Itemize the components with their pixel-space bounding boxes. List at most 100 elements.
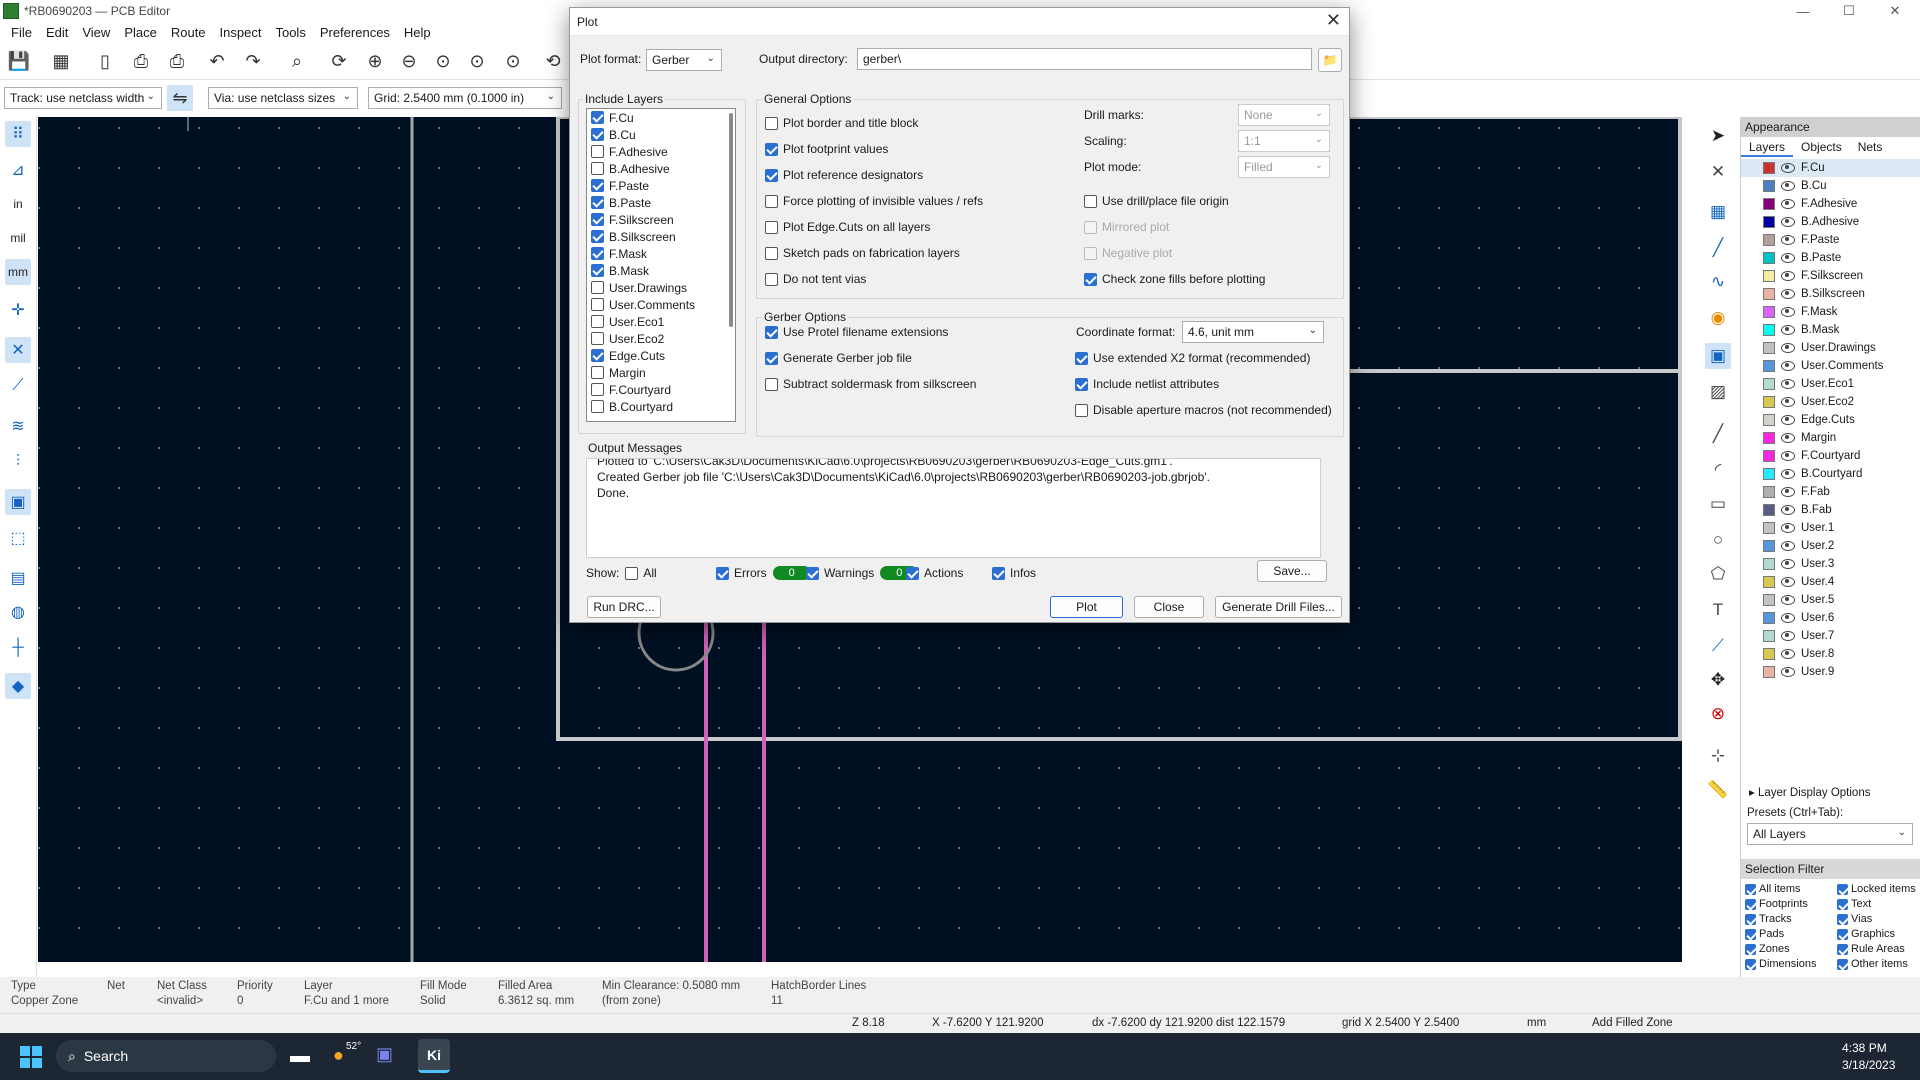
- checkbox-unchecked[interactable]: [765, 377, 778, 391]
- tab-nets[interactable]: Nets: [1850, 137, 1891, 157]
- layers-scrollbar[interactable]: [729, 113, 733, 327]
- measure-icon[interactable]: 📏: [1705, 777, 1731, 803]
- draw-line-icon[interactable]: ╱: [1705, 421, 1731, 447]
- generate-drill-files-button[interactable]: Generate Drill Files...: [1215, 596, 1342, 618]
- layer-color-swatch[interactable]: [1763, 396, 1775, 408]
- grid-select[interactable]: Grid: 2.5400 mm (0.1000 in) ⌄: [368, 87, 562, 109]
- appearance-layer-row[interactable]: F.Fab: [1741, 483, 1920, 501]
- teams-icon[interactable]: ▣: [376, 1044, 393, 1065]
- ratsnest-icon[interactable]: ✕: [5, 337, 31, 363]
- layers-manager-icon[interactable]: ◆: [5, 673, 31, 699]
- message-filter[interactable]: Show: All: [586, 566, 657, 580]
- layer-color-swatch[interactable]: [1763, 540, 1775, 552]
- general-option[interactable]: Sketch pads on fabrication layers: [765, 246, 960, 260]
- include-layer-item[interactable]: B.Paste: [587, 194, 735, 211]
- appearance-layer-row[interactable]: F.Adhesive: [1741, 195, 1920, 213]
- eye-icon[interactable]: [1781, 595, 1795, 605]
- checkbox-checked[interactable]: [992, 566, 1005, 580]
- draw-rect-icon[interactable]: ▭: [1705, 491, 1731, 517]
- eye-icon[interactable]: [1781, 469, 1795, 479]
- track-display-icon[interactable]: ┼: [5, 635, 31, 661]
- appearance-layer-row[interactable]: User.Comments: [1741, 357, 1920, 375]
- include-layer-item[interactable]: User.Drawings: [587, 279, 735, 296]
- gerber-option[interactable]: Use extended X2 format (recommended): [1075, 351, 1310, 365]
- message-filter[interactable]: Warnings 0: [806, 566, 919, 580]
- selection-filter-item[interactable]: Zones: [1745, 943, 1790, 955]
- gerber-option[interactable]: Subtract soldermask from silkscreen: [765, 377, 976, 391]
- include-layer-item[interactable]: F.Adhesive: [587, 143, 735, 160]
- layer-color-swatch[interactable]: [1763, 468, 1775, 480]
- checkbox-unchecked[interactable]: [591, 281, 604, 294]
- selection-filter-item[interactable]: Graphics: [1837, 928, 1895, 940]
- eye-icon[interactable]: [1781, 577, 1795, 587]
- checkbox-unchecked[interactable]: [1084, 246, 1097, 260]
- add-footprint-icon[interactable]: ▦: [1705, 199, 1731, 225]
- include-layer-item[interactable]: B.Mask: [587, 262, 735, 279]
- checkbox-checked[interactable]: [1075, 377, 1088, 391]
- close-icon[interactable]: ✕: [1326, 10, 1341, 31]
- selection-filter-item[interactable]: Locked items: [1837, 883, 1916, 895]
- layer-color-swatch[interactable]: [1763, 162, 1775, 174]
- layer-color-swatch[interactable]: [1763, 324, 1775, 336]
- weather-icon[interactable]: ●: [333, 1045, 344, 1066]
- add-dimension-icon[interactable]: ⟋: [1705, 633, 1731, 659]
- general-option[interactable]: Force plotting of invisible values / ref…: [765, 194, 983, 208]
- appearance-layer-row[interactable]: F.Paste: [1741, 231, 1920, 249]
- polar-coords-icon[interactable]: ⊿: [5, 157, 31, 183]
- eye-icon[interactable]: [1781, 487, 1795, 497]
- appearance-layer-row[interactable]: F.Courtyard: [1741, 447, 1920, 465]
- appearance-layer-row[interactable]: User.Drawings: [1741, 339, 1920, 357]
- menu-route[interactable]: Route: [171, 25, 206, 40]
- checkbox-checked[interactable]: [591, 128, 604, 141]
- eye-icon[interactable]: [1781, 217, 1795, 227]
- include-layer-item[interactable]: F.Paste: [587, 177, 735, 194]
- checkbox-checked[interactable]: [765, 168, 778, 182]
- checkbox-checked[interactable]: [1745, 898, 1756, 910]
- gerber-option[interactable]: Disable aperture macros (not recommended…: [1075, 403, 1332, 417]
- layer-color-swatch[interactable]: [1763, 504, 1775, 516]
- appearance-layer-row[interactable]: Margin: [1741, 429, 1920, 447]
- mil-units-button[interactable]: mil: [5, 225, 31, 251]
- layer-color-swatch[interactable]: [1763, 378, 1775, 390]
- auto-track-width-icon[interactable]: ⇋: [167, 85, 193, 111]
- draw-arc-icon[interactable]: ◜: [1705, 457, 1731, 483]
- message-filter[interactable]: Errors 0: [716, 566, 811, 580]
- draw-polygon-icon[interactable]: ⬠: [1705, 561, 1731, 587]
- gerber-option[interactable]: Generate Gerber job file: [765, 351, 912, 365]
- layer-color-swatch[interactable]: [1763, 594, 1775, 606]
- run-drc-button[interactable]: Run DRC...: [587, 596, 661, 618]
- inch-units-button[interactable]: in: [5, 191, 31, 217]
- add-via-icon[interactable]: ◉: [1705, 305, 1731, 331]
- eye-icon[interactable]: [1781, 631, 1795, 641]
- layer-color-swatch[interactable]: [1763, 432, 1775, 444]
- include-layer-item[interactable]: Edge.Cuts: [587, 347, 735, 364]
- zoom-fit-icon[interactable]: ⊙: [430, 48, 456, 74]
- checkbox-checked[interactable]: [1745, 883, 1756, 895]
- checkbox-unchecked[interactable]: [1075, 403, 1088, 417]
- checkbox-checked[interactable]: [806, 566, 819, 580]
- print-icon[interactable]: ⎙: [128, 48, 154, 74]
- checkbox-checked[interactable]: [1837, 883, 1848, 895]
- selection-filter-item[interactable]: Pads: [1745, 928, 1784, 940]
- eye-icon[interactable]: [1781, 397, 1795, 407]
- eye-icon[interactable]: [1781, 451, 1795, 461]
- kicad-taskbar-icon[interactable]: Ki: [418, 1039, 450, 1073]
- include-layer-item[interactable]: F.Cu: [587, 109, 735, 126]
- checkbox-checked[interactable]: [591, 196, 604, 209]
- appearance-layer-row[interactable]: B.Fab: [1741, 501, 1920, 519]
- checkbox-unchecked[interactable]: [765, 220, 778, 234]
- appearance-layer-row[interactable]: B.Courtyard: [1741, 465, 1920, 483]
- scaling-select[interactable]: 1:1 ⌄: [1238, 130, 1330, 152]
- selection-filter-item[interactable]: Text: [1837, 898, 1871, 910]
- checkbox-checked[interactable]: [591, 230, 604, 243]
- layer-color-swatch[interactable]: [1763, 270, 1775, 282]
- eye-icon[interactable]: [1781, 271, 1795, 281]
- eye-icon[interactable]: [1781, 289, 1795, 299]
- checkbox-checked[interactable]: [1837, 928, 1848, 940]
- layer-color-swatch[interactable]: [1763, 198, 1775, 210]
- plot-icon[interactable]: ⎙: [164, 48, 190, 74]
- grid-dots-icon[interactable]: ⠿: [5, 121, 31, 147]
- route-track-icon[interactable]: ╱: [1705, 235, 1731, 261]
- checkbox-unchecked[interactable]: [591, 400, 604, 413]
- layer-color-swatch[interactable]: [1763, 648, 1775, 660]
